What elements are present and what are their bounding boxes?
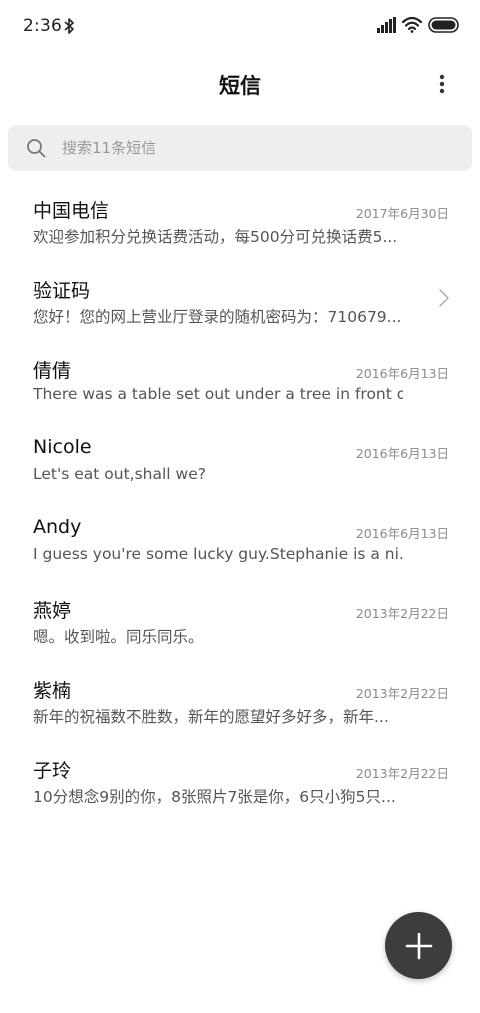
chevron-right-icon <box>439 289 449 307</box>
message-date: 2016年6月13日 <box>355 526 449 541</box>
message-preview: 嗯。收到啦。同乐同乐。 <box>33 628 204 646</box>
list-item[interactable]: 验证码 您好！您的网上营业厅登录的随机密码为：710679... <box>0 260 480 340</box>
message-date: 2017年6月30日 <box>355 206 449 221</box>
message-preview: 欢迎参加积分兑换话费活动，每500分可兑换话费5... <box>33 228 398 246</box>
search-input[interactable] <box>62 125 458 171</box>
sender-name: 验证码 <box>33 280 91 302</box>
message-date: 2013年2月22日 <box>355 766 449 781</box>
wifi-icon <box>402 16 422 33</box>
message-preview: 10分想念9别的你，8张照片7张是你，6只小狗5只... <box>33 788 396 806</box>
message-date: 2013年2月22日 <box>355 606 449 621</box>
bluetooth-icon <box>64 18 74 34</box>
battery-icon <box>428 17 459 33</box>
sender-name: 燕婷 <box>33 600 72 622</box>
list-item[interactable]: 倩倩 2016年6月13日 There was a table set out … <box>0 340 480 420</box>
plus-icon <box>405 932 432 959</box>
more-options-button[interactable] <box>426 68 458 100</box>
list-item[interactable]: 子玲 2013年2月22日 10分想念9别的你，8张照片7张是你，6只小狗5只.… <box>0 740 480 820</box>
message-preview: Let's eat out,shall we? <box>33 465 206 483</box>
more-vertical-icon <box>439 74 445 94</box>
search-bar[interactable] <box>8 125 472 171</box>
sender-name: Andy <box>33 516 82 538</box>
list-item[interactable]: 燕婷 2013年2月22日 嗯。收到啦。同乐同乐。 <box>0 580 480 660</box>
status-time: 2:36 <box>23 16 62 36</box>
search-icon <box>27 139 46 158</box>
signal-icon <box>377 17 396 33</box>
new-message-button[interactable] <box>385 912 452 979</box>
message-date: 2016年6月13日 <box>355 366 449 381</box>
message-preview: There was a table set out under a tree i… <box>33 385 403 403</box>
status-bar: 2:36 <box>0 0 480 52</box>
message-preview: 新年的祝福数不胜数，新年的愿望好多好多，新年... <box>33 708 389 726</box>
message-preview: 您好！您的网上营业厅登录的随机密码为：710679... <box>33 308 402 326</box>
list-item[interactable]: 紫楠 2013年2月22日 新年的祝福数不胜数，新年的愿望好多好多，新年... <box>0 660 480 740</box>
message-date: 2013年2月22日 <box>355 686 449 701</box>
sender-name: 紫楠 <box>33 680 72 702</box>
list-item[interactable]: Andy 2016年6月13日 I guess you're some luck… <box>0 500 480 580</box>
message-date: 2016年6月13日 <box>355 446 449 461</box>
list-item[interactable]: Nicole 2016年6月13日 Let's eat out,shall we… <box>0 420 480 500</box>
sender-name: 倩倩 <box>33 360 72 382</box>
page-title: 短信 <box>219 74 261 98</box>
message-list: 中国电信 2017年6月30日 欢迎参加积分兑换话费活动，每500分可兑换话费5… <box>0 180 480 820</box>
sender-name: Nicole <box>33 436 92 458</box>
message-preview: I guess you're some lucky guy.Stephanie … <box>33 545 403 563</box>
header: 短信 <box>0 52 480 118</box>
sender-name: 中国电信 <box>33 200 110 222</box>
list-item[interactable]: 中国电信 2017年6月30日 欢迎参加积分兑换话费活动，每500分可兑换话费5… <box>0 180 480 260</box>
sender-name: 子玲 <box>33 760 72 782</box>
